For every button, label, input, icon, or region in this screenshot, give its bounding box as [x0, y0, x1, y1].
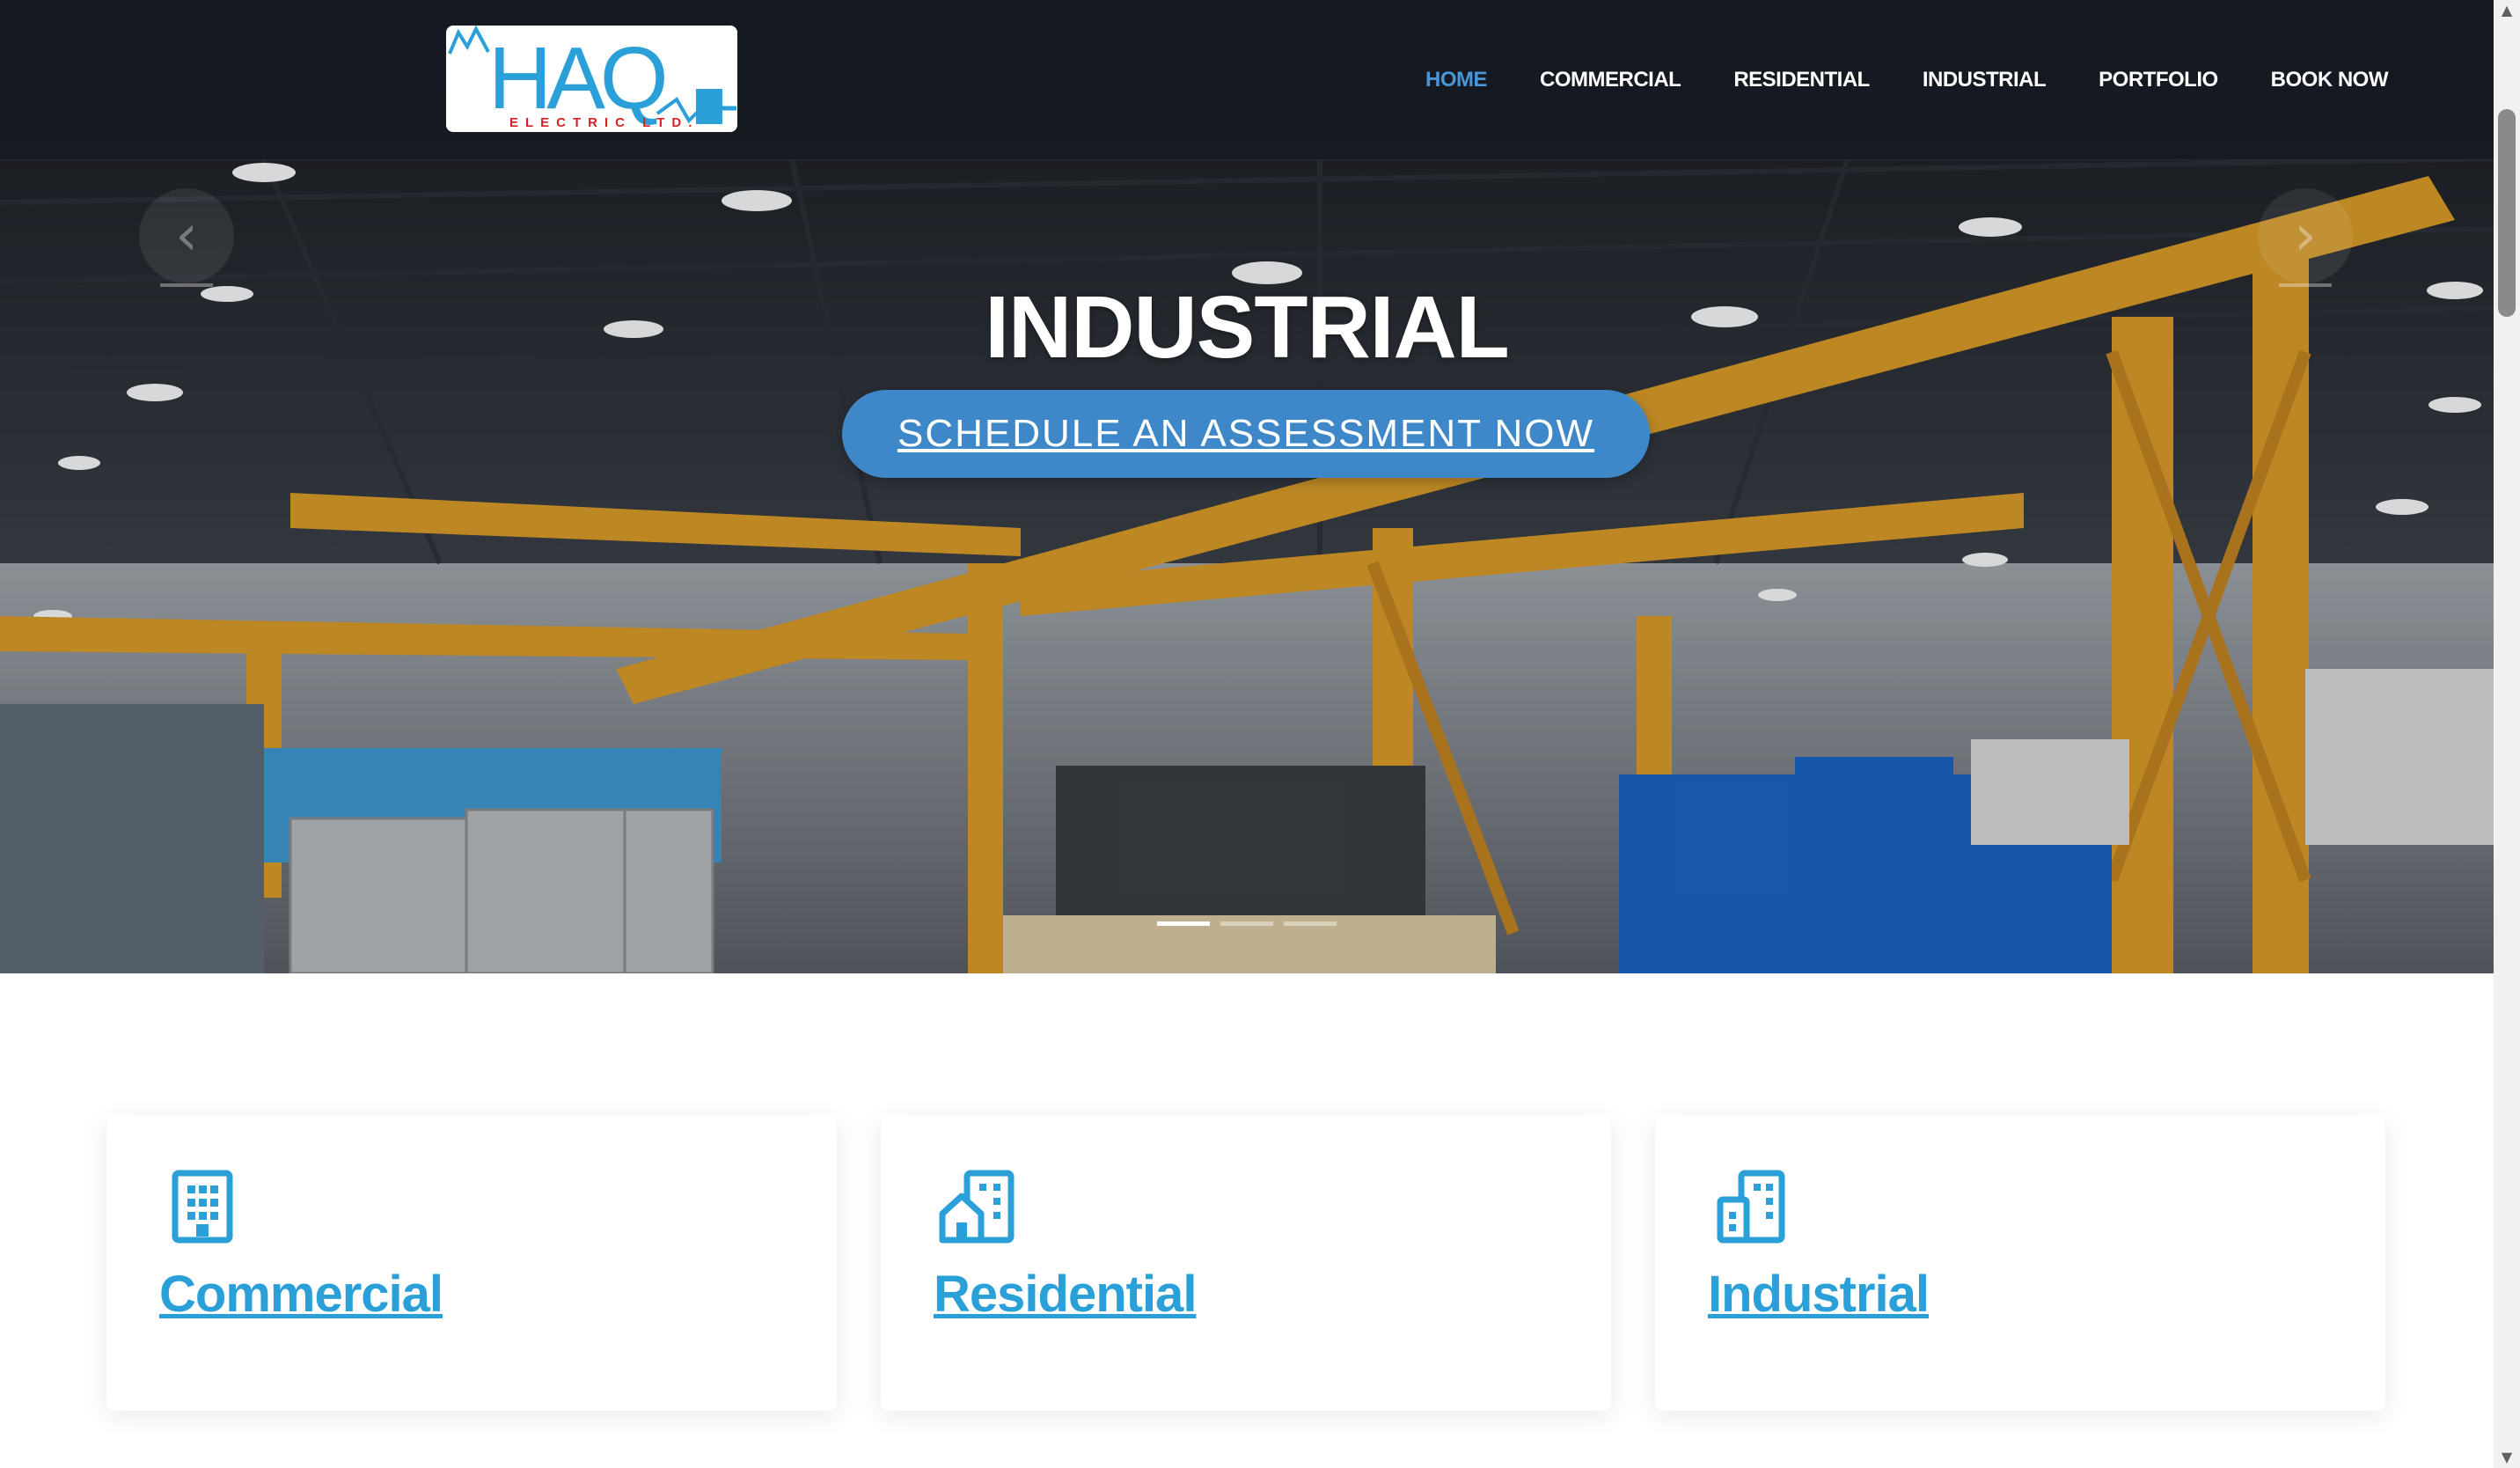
card-title-commercial[interactable]: Commercial [159, 1265, 443, 1324]
nav-portfolio[interactable]: PORTFOLIO [2099, 68, 2218, 92]
site-header: HAQ ELECTRIC LTD. HOME COMMERCIAL RESIDE… [0, 0, 2494, 160]
hero-title: INDUSTRIAL [985, 278, 1510, 377]
house-building-icon [939, 1170, 1015, 1244]
carousel-indicator-2[interactable] [1220, 921, 1273, 926]
nav-industrial[interactable]: INDUSTRIAL [1923, 68, 2047, 92]
carousel-indicators [1157, 921, 1337, 926]
logo-wordmark: HAQ [488, 29, 669, 128]
schedule-assessment-button[interactable]: SCHEDULE AN ASSESSMENT NOW [842, 390, 1650, 478]
nav-commercial[interactable]: COMMERCIAL [1540, 68, 1681, 92]
nav-residential[interactable]: RESIDENTIAL [1733, 68, 1870, 92]
main-navigation: HOME COMMERCIAL RESIDENTIAL INDUSTRIAL P… [1425, 0, 2389, 159]
service-card-residential: Residential [881, 1115, 1611, 1411]
nav-home[interactable]: HOME [1425, 68, 1488, 92]
service-card-commercial: Commercial [106, 1115, 837, 1411]
office-building-icon [172, 1170, 233, 1244]
carousel-indicator-1[interactable] [1157, 921, 1210, 926]
scroll-down-icon[interactable]: ▼ [2494, 1447, 2520, 1468]
carousel-indicator-3[interactable] [1284, 921, 1337, 926]
nav-book-now[interactable]: BOOK NOW [2271, 68, 2389, 92]
city-buildings-icon [1717, 1170, 1785, 1244]
chevron-right-icon: › [2294, 203, 2317, 268]
page-scrollbar[interactable]: ▲ ▼ [2494, 0, 2520, 1468]
chevron-left-icon: ‹ [175, 203, 198, 268]
card-title-industrial[interactable]: Industrial [1708, 1265, 1930, 1324]
carousel-next-button[interactable]: › [2258, 188, 2353, 287]
service-card-industrial: Industrial [1655, 1115, 2385, 1411]
scrollbar-thumb[interactable] [2498, 109, 2516, 317]
carousel-prev-button[interactable]: ‹ [139, 188, 234, 287]
company-logo[interactable]: HAQ ELECTRIC LTD. [446, 26, 737, 132]
scroll-up-icon[interactable]: ▲ [2494, 0, 2520, 21]
card-title-residential[interactable]: Residential [934, 1265, 1197, 1324]
logo-subtitle: ELECTRIC LTD. [509, 115, 700, 130]
